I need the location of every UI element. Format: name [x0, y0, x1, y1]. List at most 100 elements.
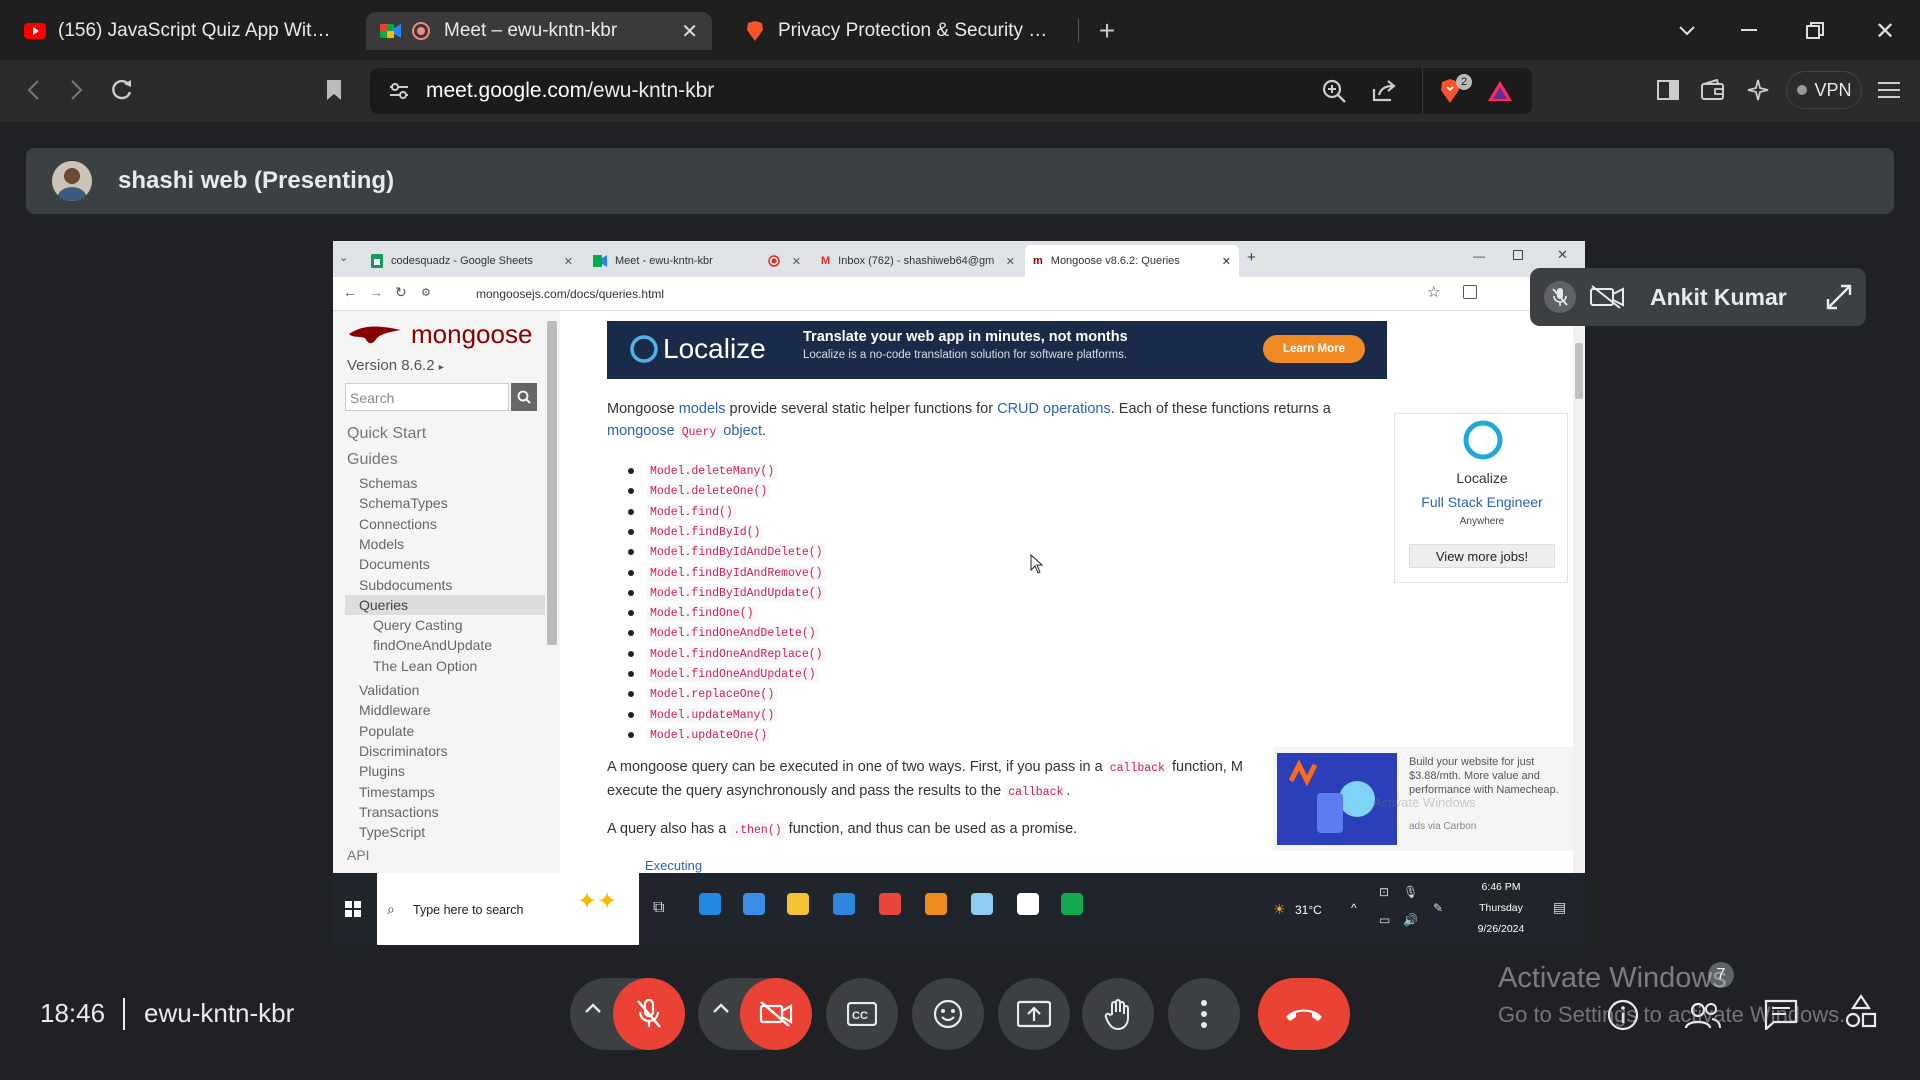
tab-youtube[interactable]: (156) JavaScript Quiz App With Tim — [10, 12, 350, 50]
tray-pen-icon[interactable]: ✎ — [1433, 901, 1443, 915]
localize-banner-ad[interactable]: Localize Translate your web app in minut… — [607, 321, 1387, 379]
zoom-icon[interactable] — [1318, 76, 1350, 106]
method-code[interactable]: Model.findByIdAndUpdate() — [647, 585, 826, 601]
sidebar-scrollbar[interactable] — [547, 321, 557, 645]
activities-icon[interactable] — [1844, 994, 1878, 1030]
tray-volume-icon[interactable]: 🔊 — [1403, 913, 1418, 927]
more-options-button[interactable] — [1168, 978, 1240, 1050]
method-code[interactable]: Model.findById() — [647, 524, 764, 540]
restore-icon[interactable] — [1513, 250, 1523, 260]
method-code[interactable]: Model.findByIdAndRemove() — [647, 565, 826, 581]
forward-icon[interactable] — [62, 74, 92, 106]
shared-tab-gmail[interactable]: M Inbox (762) - shashiweb64@gm ✕ — [813, 245, 1023, 277]
clock-time[interactable]: 6:46 PM — [1463, 881, 1539, 893]
shared-tab-mongoose[interactable]: m Mongoose v8.6.2: Queries ✕ — [1025, 245, 1239, 277]
sidebar-toggle-icon[interactable] — [1652, 74, 1684, 106]
tray-network-icon[interactable]: ▭ — [1379, 913, 1390, 927]
method-code[interactable]: Model.deleteOne() — [647, 484, 771, 500]
reactions-button[interactable] — [912, 978, 984, 1050]
sublime-icon[interactable] — [925, 893, 947, 915]
restore-icon[interactable] — [1800, 14, 1830, 48]
back-icon[interactable]: ← — [343, 284, 357, 300]
nav-documents[interactable]: Documents — [359, 556, 430, 572]
shared-url[interactable]: mongoosejs.com/docs/queries.html — [476, 287, 664, 301]
object-link[interactable]: object — [723, 423, 762, 439]
executing-link[interactable]: Executing — [645, 858, 702, 873]
taskbar-search-box[interactable]: ⌕ Type here to search ✦✦ — [377, 873, 639, 945]
brave-rewards-icon[interactable] — [1484, 76, 1516, 106]
site-info-icon[interactable]: ⚙ — [421, 286, 431, 299]
method-code[interactable]: Model.findOneAndReplace() — [647, 646, 826, 662]
nav-typescript[interactable]: TypeScript — [359, 824, 425, 840]
shared-tab-meet[interactable]: Meet - ewu-kntn-kbr ✕ — [585, 245, 809, 277]
menu-icon[interactable] — [1872, 74, 1906, 106]
expand-icon[interactable] — [1826, 284, 1852, 310]
wallet-icon[interactable] — [1697, 74, 1729, 106]
tab-list-chevron-icon[interactable]: ⌄ — [339, 251, 348, 264]
close-tab-icon[interactable]: ✕ — [681, 19, 698, 44]
search-button[interactable] — [511, 383, 537, 411]
nav-timestamps[interactable]: Timestamps — [359, 784, 435, 800]
leave-call-button[interactable] — [1258, 978, 1350, 1050]
nav-validation[interactable]: Validation — [359, 682, 419, 698]
participant-tile[interactable]: Ankit Kumar — [1530, 268, 1866, 326]
method-code[interactable]: Model.updateMany() — [647, 707, 778, 723]
nav-middleware[interactable]: Middleware — [359, 702, 431, 718]
method-code[interactable]: Model.findOneAndUpdate() — [647, 667, 819, 682]
camera-toggle-button[interactable] — [740, 978, 812, 1050]
captions-button[interactable]: CC — [826, 978, 898, 1050]
nav-schematypes[interactable]: SchemaTypes — [359, 495, 448, 511]
method-code[interactable]: Model.deleteMany() — [647, 464, 778, 479]
job-title-link[interactable]: Full Stack Engineer — [1395, 494, 1569, 510]
version-selector[interactable]: Version 8.6.2 ▸ — [347, 357, 444, 374]
tab-brave-privacy[interactable]: Privacy Protection & Security Featur — [730, 12, 1066, 50]
crud-link[interactable]: CRUD operations — [997, 401, 1111, 417]
new-tab-icon[interactable]: + — [1247, 249, 1256, 266]
share-icon[interactable] — [1368, 76, 1400, 106]
nav-models[interactable]: Models — [359, 536, 404, 552]
address-bar[interactable]: meet.google.com/ewu-kntn-kbr 2 — [370, 68, 1532, 114]
tray-chevron-icon[interactable]: ^ — [1351, 901, 1357, 915]
minimize-icon[interactable]: — — [1473, 249, 1485, 263]
minimize-icon[interactable] — [1734, 14, 1764, 48]
tab-meet[interactable]: Meet – ewu-kntn-kbr ✕ — [366, 12, 712, 50]
nav-populate[interactable]: Populate — [359, 723, 414, 739]
nav-queries[interactable]: Queries — [359, 597, 408, 613]
bookmark-icon[interactable] — [318, 74, 350, 106]
method-code[interactable]: Model.replaceOne() — [647, 687, 778, 703]
docs-search-input[interactable]: Search — [345, 383, 509, 411]
reload-icon[interactable] — [106, 74, 138, 106]
close-tab-icon[interactable]: ✕ — [1006, 255, 1015, 268]
close-window-icon[interactable]: ✕ — [1868, 14, 1902, 48]
file-explorer-icon[interactable] — [787, 893, 809, 915]
nav-transactions[interactable]: Transactions — [359, 804, 439, 820]
mongoose-logo[interactable]: mongoose — [347, 319, 532, 350]
reload-icon[interactable]: ↻ — [395, 284, 407, 301]
tray-meet-icon[interactable]: ⊡ — [1379, 885, 1389, 899]
close-tab-icon[interactable]: ✕ — [792, 255, 801, 268]
nav-quick-start[interactable]: Quick Start — [347, 425, 426, 443]
method-code[interactable]: Model.find() — [647, 504, 736, 520]
microphone-toggle-button[interactable] — [613, 978, 685, 1050]
nav-schemas[interactable]: Schemas — [359, 475, 417, 491]
tab-search-chevron-icon[interactable] — [1672, 14, 1702, 48]
tray-mic-icon[interactable]: 🎙 — [1403, 885, 1418, 899]
method-code[interactable]: Model.findOneAndDelete() — [647, 626, 819, 642]
content-scrollbar[interactable] — [1573, 321, 1585, 873]
shared-tab-sheets[interactable]: codesquadz - Google Sheets ✕ — [363, 245, 581, 277]
notifications-icon[interactable]: ▤ — [1553, 899, 1566, 916]
windows-start-icon[interactable] — [345, 901, 361, 917]
method-code[interactable]: Model.updateOne() — [647, 727, 771, 743]
star-icon[interactable]: ☆ — [1427, 283, 1440, 301]
nav-plugins[interactable]: Plugins — [359, 763, 405, 779]
nav-lean-option[interactable]: The Lean Option — [373, 658, 477, 674]
audio-settings-chevron-icon[interactable] — [584, 1002, 602, 1014]
leo-ai-icon[interactable] — [1742, 74, 1774, 106]
method-code[interactable]: Model.findOne() — [647, 606, 757, 622]
new-tab-icon[interactable]: + — [1090, 14, 1124, 48]
video-settings-chevron-icon[interactable] — [712, 1002, 730, 1014]
app-icon[interactable] — [1017, 893, 1039, 915]
nav-connections[interactable]: Connections — [359, 516, 437, 532]
extensions-icon[interactable] — [1463, 285, 1477, 299]
nav-api[interactable]: API — [347, 847, 370, 863]
